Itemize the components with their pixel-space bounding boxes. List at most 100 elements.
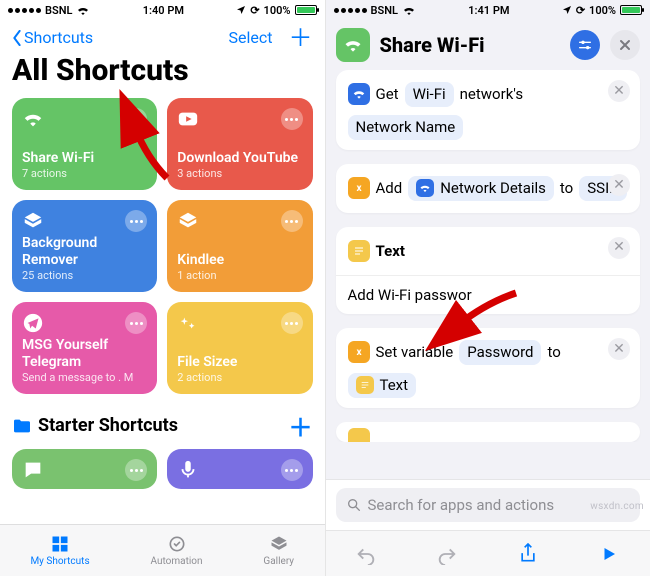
tab-bar: My Shortcuts Automation Gallery bbox=[0, 524, 325, 576]
section-title: Starter Shortcuts bbox=[38, 415, 178, 436]
back-button[interactable]: Shortcuts bbox=[12, 28, 93, 47]
action-set-variable[interactable]: x Set variable Password to Text ✕ bbox=[336, 328, 641, 408]
shortcuts-grid: Share Wi-Fi7 actions Download YouTube3 a… bbox=[0, 98, 325, 394]
carrier-label: BSNL bbox=[45, 4, 72, 17]
action-text: Set variable bbox=[376, 338, 454, 367]
action-text[interactable]: Text ✕ Add Wi-Fi passwor bbox=[336, 227, 641, 315]
tile-more-button[interactable] bbox=[125, 459, 147, 481]
tile-sub: 25 actions bbox=[22, 269, 147, 282]
tab-my-shortcuts[interactable]: My Shortcuts bbox=[30, 534, 89, 567]
tile-download-youtube[interactable]: Download YouTube3 actions bbox=[167, 98, 312, 190]
mic-icon bbox=[177, 459, 199, 481]
tab-label: My Shortcuts bbox=[30, 556, 89, 567]
delete-action-button[interactable]: ✕ bbox=[608, 80, 630, 102]
param-wifi[interactable]: Wi-Fi bbox=[405, 82, 454, 108]
layers-icon bbox=[22, 210, 44, 232]
actions-list: Get Wi-Fi network's Network Name ✕ x Add… bbox=[326, 70, 650, 442]
signal-icon bbox=[8, 8, 41, 13]
search-placeholder: Search for apps and actions bbox=[368, 496, 555, 514]
add-shortcut-button[interactable]: ＋ bbox=[289, 30, 313, 46]
tile-title: Share Wi-Fi bbox=[22, 150, 147, 167]
tile-more-button[interactable] bbox=[125, 210, 147, 232]
editor-header: Share Wi-Fi bbox=[326, 20, 650, 70]
action-get-wifi[interactable]: Get Wi-Fi network's Network Name ✕ bbox=[336, 70, 641, 150]
tile-more-button[interactable] bbox=[281, 459, 303, 481]
tile-title: Kindlee bbox=[177, 252, 302, 269]
tile-title: Download YouTube bbox=[177, 150, 302, 167]
variable-action-icon: x bbox=[348, 341, 370, 363]
tile-title: Background Remover bbox=[22, 235, 147, 269]
tab-label: Automation bbox=[151, 556, 203, 567]
folder-icon bbox=[12, 418, 32, 434]
battery-icon bbox=[295, 5, 317, 15]
action-text: network's bbox=[460, 80, 523, 109]
nav-bar: Shortcuts Select ＋ bbox=[0, 20, 325, 51]
wifi-pill-icon bbox=[416, 179, 434, 197]
share-button[interactable] bbox=[516, 542, 540, 566]
param-password[interactable]: Password bbox=[459, 340, 541, 366]
layers-icon bbox=[177, 210, 199, 232]
action-add-to-ssid[interactable]: x Add Network Details to SSID ✕ bbox=[336, 164, 641, 213]
redo-button[interactable] bbox=[435, 542, 459, 566]
delete-action-button[interactable]: ✕ bbox=[608, 338, 630, 360]
tile-more-button[interactable] bbox=[281, 108, 303, 130]
shortcuts-app-screen: BSNL 1:40 PM ⟳ 100% Shortcuts Select ＋ A… bbox=[0, 0, 326, 576]
page-title: All Shortcuts bbox=[0, 51, 325, 98]
svg-text:x: x bbox=[356, 183, 362, 194]
add-starter-button[interactable]: ＋ bbox=[289, 408, 313, 443]
delete-action-button[interactable]: ✕ bbox=[608, 237, 630, 259]
shortcut-icon[interactable] bbox=[336, 28, 370, 62]
starter-peek bbox=[0, 449, 325, 489]
shortcut-editor-screen: BSNL 1:41 PM ⟳ 100% Share Wi-Fi Get Wi-F… bbox=[326, 0, 650, 576]
signal-icon bbox=[334, 8, 367, 13]
param-network-name[interactable]: Network Name bbox=[348, 115, 464, 141]
tile-share-wifi[interactable]: Share Wi-Fi7 actions bbox=[12, 98, 157, 190]
text-pill-icon bbox=[356, 376, 374, 394]
select-button[interactable]: Select bbox=[229, 28, 273, 47]
clock: 1:41 PM bbox=[468, 4, 509, 17]
param-text[interactable]: Text bbox=[348, 373, 417, 399]
tile-sub: 7 actions bbox=[22, 167, 147, 180]
param-network-details[interactable]: Network Details bbox=[408, 176, 554, 202]
wifi-icon bbox=[402, 5, 416, 15]
chat-icon bbox=[22, 459, 44, 481]
tile-background-remover[interactable]: Background Remover25 actions bbox=[12, 200, 157, 292]
grid-icon bbox=[48, 534, 72, 554]
chevron-left-icon bbox=[12, 30, 22, 46]
tile-more-button[interactable] bbox=[281, 312, 303, 334]
text-action-icon bbox=[348, 428, 370, 442]
tile-kindlee[interactable]: Kindlee1 action bbox=[167, 200, 312, 292]
clock: 1:40 PM bbox=[143, 4, 184, 17]
tile-file-sizee[interactable]: File Sizee2 actions bbox=[167, 302, 312, 394]
text-action-icon bbox=[348, 240, 370, 262]
tab-automation[interactable]: Automation bbox=[151, 534, 203, 567]
wifi-icon bbox=[343, 35, 363, 55]
run-button[interactable] bbox=[597, 542, 621, 566]
tile-sub: Send a message to . M bbox=[22, 371, 147, 384]
text-input-value[interactable]: Add Wi-Fi passwor bbox=[336, 276, 641, 314]
delete-action-button[interactable]: ✕ bbox=[608, 174, 630, 196]
tile-starter-2[interactable] bbox=[167, 449, 312, 489]
sliders-icon bbox=[577, 37, 593, 53]
tile-more-button[interactable] bbox=[125, 312, 147, 334]
automation-icon bbox=[165, 534, 189, 554]
tile-more-button[interactable] bbox=[281, 210, 303, 232]
close-button[interactable] bbox=[610, 30, 640, 60]
tile-more-button[interactable] bbox=[125, 108, 147, 130]
tile-msg-telegram[interactable]: MSG Yourself TelegramSend a message to .… bbox=[12, 302, 157, 394]
tile-sub: 1 action bbox=[177, 269, 302, 282]
location-icon bbox=[236, 5, 246, 15]
undo-button[interactable] bbox=[354, 542, 378, 566]
tile-starter-1[interactable] bbox=[12, 449, 157, 489]
action-text: to bbox=[547, 338, 560, 367]
editor-toolbar bbox=[326, 530, 650, 576]
settings-button[interactable] bbox=[570, 30, 600, 60]
action-peek[interactable] bbox=[336, 422, 641, 442]
telegram-icon bbox=[22, 312, 44, 334]
variable-action-icon: x bbox=[348, 177, 370, 199]
shortcut-title[interactable]: Share Wi-Fi bbox=[380, 33, 561, 57]
tab-gallery[interactable]: Gallery bbox=[263, 534, 294, 567]
starter-section-header[interactable]: Starter Shortcuts ＋ bbox=[0, 394, 325, 445]
tile-title: MSG Yourself Telegram bbox=[22, 337, 147, 371]
action-verb: Add bbox=[376, 174, 403, 203]
